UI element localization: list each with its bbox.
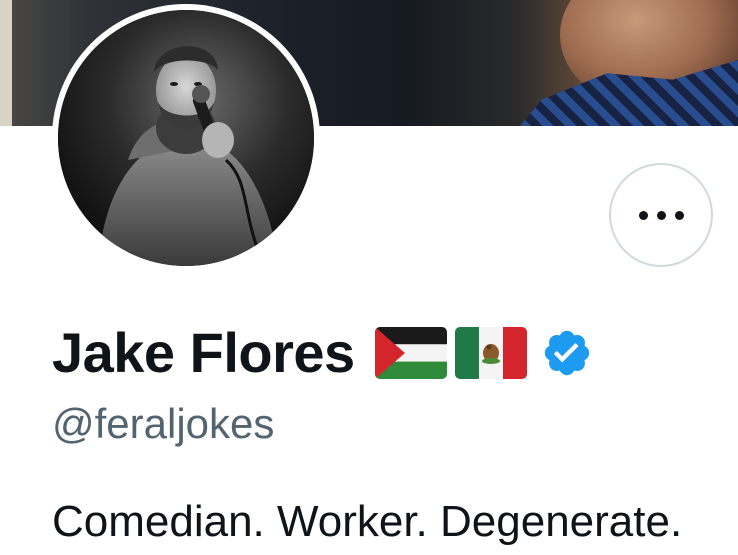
- more-options-button[interactable]: [609, 163, 713, 267]
- verified-badge-icon[interactable]: [541, 327, 593, 379]
- banner-wall-detail: [0, 0, 12, 126]
- avatar[interactable]: [58, 10, 314, 266]
- display-name: Jake Flores: [52, 321, 355, 384]
- display-name-row: Jake Flores: [52, 318, 593, 388]
- profile-bio: Comedian. Worker. Degenerate.: [52, 497, 683, 546]
- avatar-photo: [58, 10, 314, 266]
- profile-handle: @feraljokes: [52, 400, 275, 447]
- more-horizontal-icon: [638, 210, 684, 220]
- mexico-flag-icon: [454, 327, 527, 379]
- palestine-flag-icon: [374, 327, 447, 379]
- profile-page: Jake Flores @feraljokes Comedian. Worker…: [0, 0, 738, 555]
